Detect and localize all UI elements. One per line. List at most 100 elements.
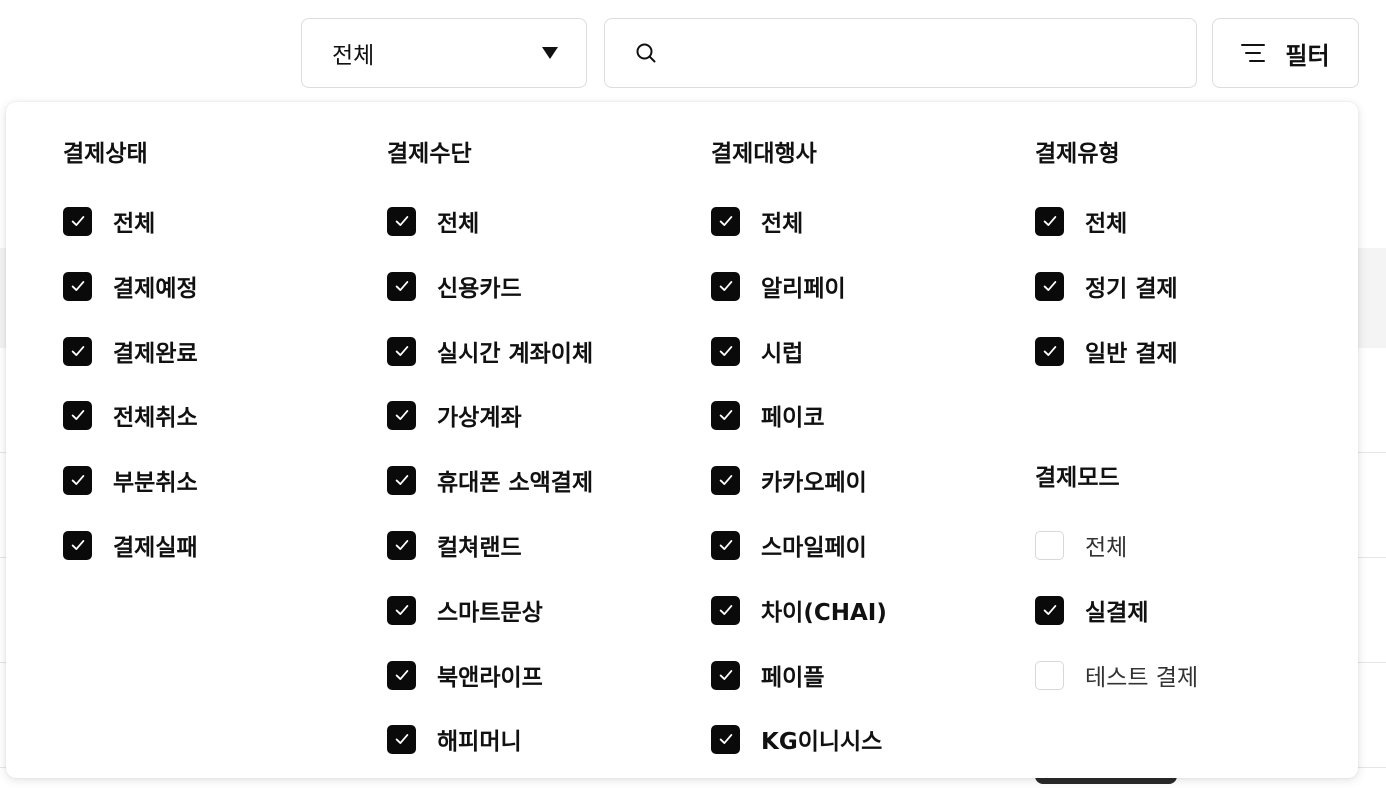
payment-method-option-label: 휴대폰 소액결제 bbox=[437, 470, 594, 496]
payment-method-option[interactable]: 북앤라이프 bbox=[387, 660, 543, 691]
payment-mode-option[interactable]: 테스트 결제 bbox=[1035, 660, 1198, 691]
checkbox-checked[interactable] bbox=[711, 336, 740, 366]
checkmark-icon bbox=[395, 734, 408, 744]
payment-method-option[interactable]: 휴대폰 소액결제 bbox=[387, 465, 594, 496]
checkbox-checked[interactable] bbox=[387, 595, 416, 625]
checkmark-icon bbox=[395, 540, 408, 550]
payment-mode-title: 결제모드 bbox=[1035, 465, 1120, 491]
payment-status-title: 결제상태 bbox=[63, 141, 148, 167]
payment-method-option[interactable]: 신용카드 bbox=[387, 271, 522, 302]
filter-button[interactable]: 필터 bbox=[1212, 18, 1359, 88]
payment-gateway-option[interactable]: 차이(CHAI) bbox=[711, 595, 887, 626]
checkmark-icon bbox=[395, 475, 408, 485]
payment-gateway-option[interactable]: 전체 bbox=[711, 206, 803, 237]
payment-method-option[interactable]: 실시간 계좌이체 bbox=[387, 336, 593, 367]
payment-method-option-label: 북앤라이프 bbox=[437, 665, 543, 691]
checkbox-checked[interactable] bbox=[387, 530, 416, 560]
payment-gateway-option-label: 알리페이 bbox=[761, 276, 846, 302]
search-icon bbox=[636, 43, 656, 63]
payment-method-option-label: 컬쳐랜드 bbox=[437, 535, 522, 561]
checkbox-checked[interactable] bbox=[711, 206, 740, 236]
payment-gateway-option[interactable]: 스마일페이 bbox=[711, 530, 867, 561]
checkbox-checked[interactable] bbox=[1035, 336, 1064, 366]
filter-lines-icon bbox=[1241, 44, 1266, 62]
payment-status-option[interactable]: 전체취소 bbox=[63, 400, 198, 431]
checkbox-checked[interactable] bbox=[387, 724, 416, 754]
checkbox-checked[interactable] bbox=[1035, 206, 1064, 236]
checkbox-checked[interactable] bbox=[711, 724, 740, 754]
payment-method-title: 결제수단 bbox=[387, 141, 472, 167]
payment-gateway-option-label: 페이코 bbox=[761, 405, 825, 431]
payment-method-option[interactable]: 스마트문상 bbox=[387, 595, 543, 626]
payment-status-option[interactable]: 결제예정 bbox=[63, 271, 198, 302]
checkbox-checked[interactable] bbox=[63, 336, 92, 366]
payment-method-option-label: 전체 bbox=[437, 211, 480, 237]
checkmark-icon bbox=[1043, 346, 1056, 356]
checkbox-checked[interactable] bbox=[63, 530, 92, 560]
payment-status-option[interactable]: 결제완료 bbox=[63, 336, 198, 367]
payment-status-option[interactable]: 전체 bbox=[63, 206, 155, 237]
search-input[interactable] bbox=[671, 32, 1175, 74]
payment-gateway-option[interactable]: 카카오페이 bbox=[711, 465, 867, 496]
payment-gateway-option[interactable]: KG이니시스 bbox=[711, 724, 882, 755]
payment-method-option[interactable]: 전체 bbox=[387, 206, 480, 237]
checkbox-checked[interactable] bbox=[1035, 271, 1064, 301]
checkbox-checked[interactable] bbox=[63, 206, 92, 236]
payment-method-option[interactable]: 가상계좌 bbox=[387, 400, 522, 431]
checkbox-checked[interactable] bbox=[711, 530, 740, 560]
checkmark-icon bbox=[71, 540, 84, 550]
checkbox-checked[interactable] bbox=[387, 400, 416, 430]
payment-status-option-label: 부분취소 bbox=[113, 470, 198, 496]
payment-gateway-title: 결제대행사 bbox=[711, 141, 817, 167]
checkbox-unchecked[interactable] bbox=[1035, 660, 1064, 690]
checkmark-icon bbox=[395, 216, 408, 226]
checkbox-checked[interactable] bbox=[711, 465, 740, 495]
checkbox-unchecked[interactable] bbox=[1035, 530, 1064, 560]
payment-gateway-option[interactable]: 알리페이 bbox=[711, 271, 846, 302]
payment-method-option[interactable]: 컬쳐랜드 bbox=[387, 530, 522, 561]
payment-status-option-label: 결제예정 bbox=[113, 276, 198, 302]
payment-method-option-label: 신용카드 bbox=[437, 276, 522, 302]
scope-select[interactable]: 전체 bbox=[301, 18, 587, 88]
checkbox-checked[interactable] bbox=[387, 660, 416, 690]
payment-gateway-option[interactable]: 페이코 bbox=[711, 400, 825, 431]
checkbox-checked[interactable] bbox=[387, 271, 416, 301]
checkbox-checked[interactable] bbox=[711, 595, 740, 625]
payment-method-option-label: 스마트문상 bbox=[437, 600, 543, 626]
checkbox-checked[interactable] bbox=[387, 336, 416, 366]
payment-gateway-option-label: 페이플 bbox=[761, 665, 825, 691]
checkmark-icon bbox=[1043, 281, 1056, 291]
checkmark-icon bbox=[71, 410, 84, 420]
checkbox-checked[interactable] bbox=[387, 206, 416, 236]
payment-type-option[interactable]: 일반 결제 bbox=[1035, 336, 1178, 367]
checkmark-icon bbox=[71, 346, 84, 356]
payment-type-option[interactable]: 전체 bbox=[1035, 206, 1127, 237]
checkbox-checked[interactable] bbox=[63, 271, 92, 301]
checkbox-checked[interactable] bbox=[63, 400, 92, 430]
payment-mode-option[interactable]: 실결제 bbox=[1035, 595, 1148, 626]
checkbox-checked[interactable] bbox=[711, 271, 740, 301]
payment-status-option[interactable]: 부분취소 bbox=[63, 465, 198, 496]
payment-mode-option[interactable]: 전체 bbox=[1035, 530, 1127, 561]
checkmark-icon bbox=[719, 475, 732, 485]
checkbox-checked[interactable] bbox=[711, 400, 740, 430]
payment-type-option-label: 정기 결제 bbox=[1085, 276, 1178, 302]
payment-method-option-label: 가상계좌 bbox=[437, 405, 522, 431]
payment-status-option[interactable]: 결제실패 bbox=[63, 530, 198, 561]
payment-type-title: 결제유형 bbox=[1035, 141, 1120, 167]
payment-status-option-label: 결제완료 bbox=[113, 341, 198, 367]
filter-button-label: 필터 bbox=[1285, 41, 1330, 70]
checkmark-icon bbox=[719, 605, 732, 615]
search-box[interactable] bbox=[604, 18, 1197, 88]
checkbox-checked[interactable] bbox=[387, 465, 416, 495]
checkbox-checked[interactable] bbox=[1035, 595, 1064, 625]
payment-method-option[interactable]: 해피머니 bbox=[387, 724, 522, 755]
checkbox-checked[interactable] bbox=[711, 660, 740, 690]
checkmark-icon bbox=[719, 216, 732, 226]
checkbox-checked[interactable] bbox=[63, 465, 92, 495]
payment-gateway-option-label: 시럽 bbox=[761, 341, 804, 367]
payment-type-option[interactable]: 정기 결제 bbox=[1035, 271, 1178, 302]
payment-gateway-option[interactable]: 페이플 bbox=[711, 660, 825, 691]
scope-select-value: 전체 bbox=[332, 43, 375, 69]
payment-gateway-option[interactable]: 시럽 bbox=[711, 336, 804, 367]
